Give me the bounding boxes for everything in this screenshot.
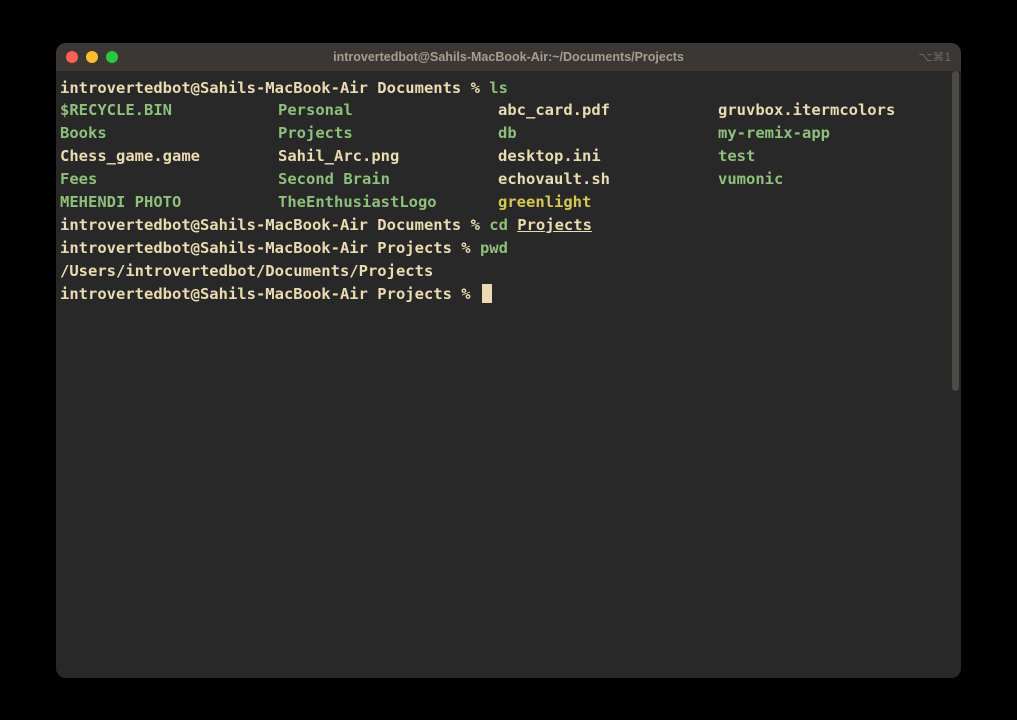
ls-entry: abc_card.pdf [498,99,718,122]
terminal-body[interactable]: introvertedbot@Sahils-MacBook-Air Docume… [56,71,961,678]
prompt-line-3: introvertedbot@Sahils-MacBook-Air Projec… [60,237,957,260]
prompt-text: introvertedbot@Sahils-MacBook-Air Projec… [60,285,480,303]
ls-entry: greenlight [498,191,718,214]
traffic-lights [66,51,118,63]
close-button[interactable] [66,51,78,63]
prompt-text: introvertedbot@Sahils-MacBook-Air Projec… [60,239,480,257]
terminal-window: introvertedbot@Sahils-MacBook-Air:~/Docu… [56,43,961,678]
ls-entry: Sahil_Arc.png [278,145,498,168]
prompt-line-1: introvertedbot@Sahils-MacBook-Air Docume… [60,77,957,100]
ls-entry: Second Brain [278,168,498,191]
cursor [482,284,492,303]
ls-row: $RECYCLE.BINPersonalabc_card.pdfgruvbox.… [60,99,957,122]
ls-entry: Projects [278,122,498,145]
ls-output: $RECYCLE.BINPersonalabc_card.pdfgruvbox.… [60,99,957,214]
prompt-text: introvertedbot@Sahils-MacBook-Air Docume… [60,216,489,234]
minimize-button[interactable] [86,51,98,63]
ls-row: BooksProjectsdbmy-remix-app [60,122,957,145]
ls-row: FeesSecond Brainechovault.shvumonic [60,168,957,191]
ls-entry: Chess_game.game [60,145,278,168]
prompt-line-4: introvertedbot@Sahils-MacBook-Air Projec… [60,283,957,306]
ls-entry: $RECYCLE.BIN [60,99,278,122]
window-title: introvertedbot@Sahils-MacBook-Air:~/Docu… [333,50,684,64]
ls-entry: vumonic [718,168,957,191]
command-ls: ls [489,79,508,97]
prompt-text: introvertedbot@Sahils-MacBook-Air Docume… [60,79,489,97]
ls-entry: Fees [60,168,278,191]
titlebar: introvertedbot@Sahils-MacBook-Air:~/Docu… [56,43,961,71]
pwd-output: /Users/introvertedbot/Documents/Projects [60,260,957,283]
ls-row: MEHENDI PHOTOTheEnthusiastLogogreenlight [60,191,957,214]
ls-entry: test [718,145,957,168]
ls-entry [718,191,957,214]
command-cd: cd [489,216,517,234]
maximize-button[interactable] [106,51,118,63]
ls-entry: Books [60,122,278,145]
ls-entry: desktop.ini [498,145,718,168]
ls-entry: TheEnthusiastLogo [278,191,498,214]
ls-entry: echovault.sh [498,168,718,191]
scrollbar[interactable] [952,71,959,391]
ls-row: Chess_game.gameSahil_Arc.pngdesktop.init… [60,145,957,168]
pane-indicator: ⌥⌘1 [918,50,951,64]
ls-entry: my-remix-app [718,122,957,145]
ls-entry: db [498,122,718,145]
cd-argument: Projects [517,216,592,234]
ls-entry: MEHENDI PHOTO [60,191,278,214]
ls-entry: gruvbox.itermcolors [718,99,957,122]
ls-entry: Personal [278,99,498,122]
command-pwd: pwd [480,239,508,257]
prompt-line-2: introvertedbot@Sahils-MacBook-Air Docume… [60,214,957,237]
